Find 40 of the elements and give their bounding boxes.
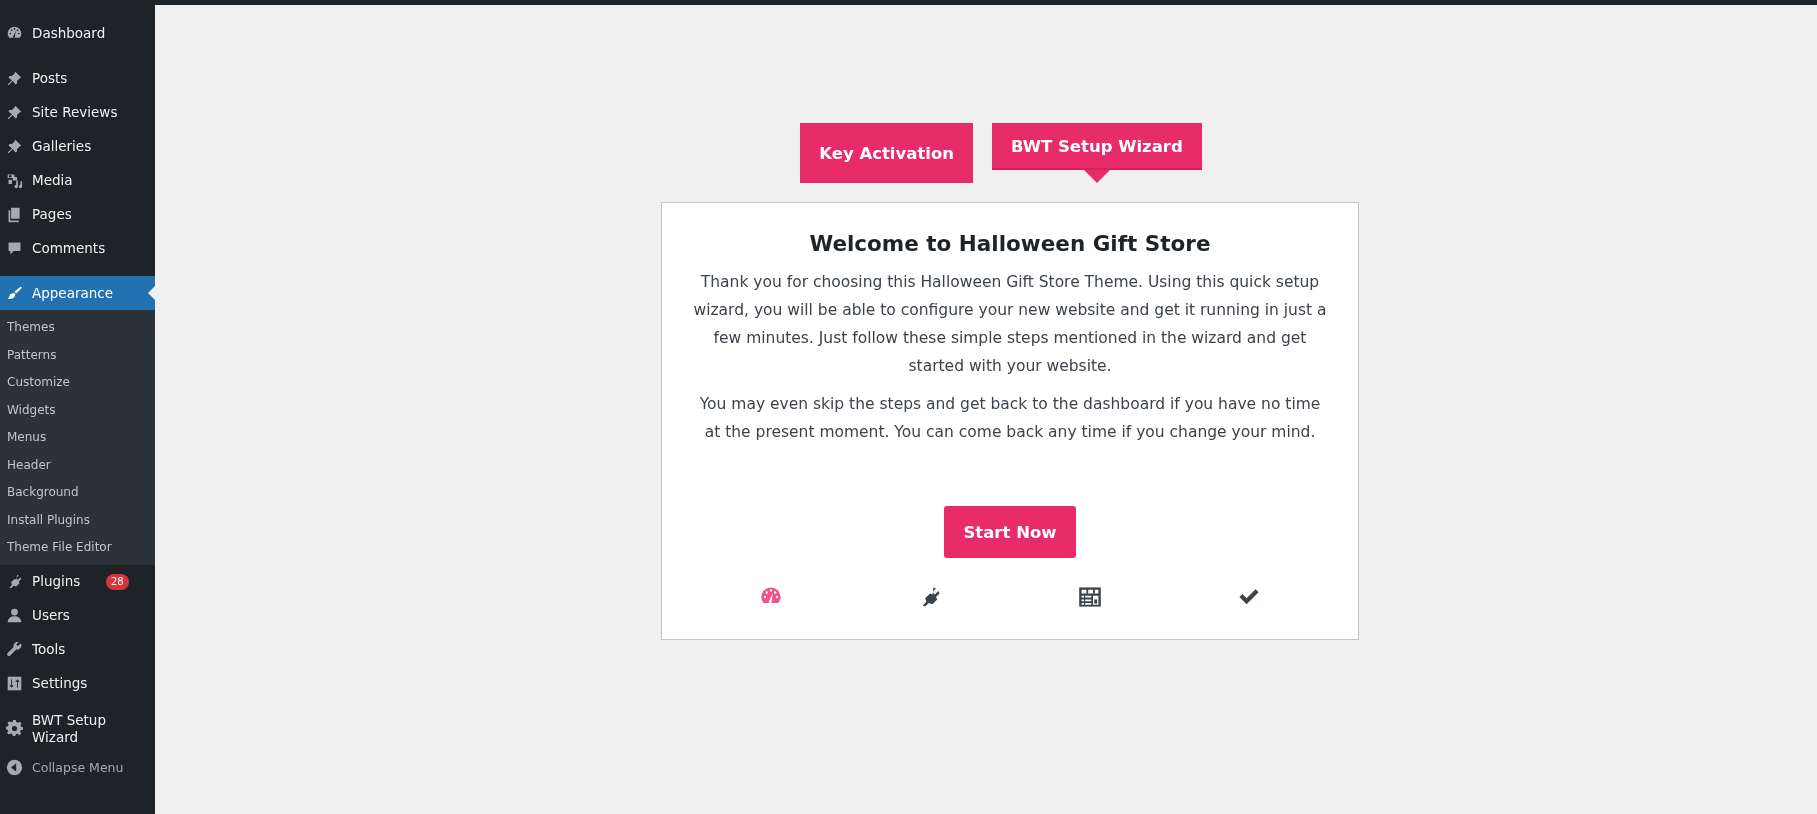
submenu-item[interactable]: Header xyxy=(0,451,155,479)
count-badge: 28 xyxy=(106,573,129,590)
collapse-menu-button[interactable]: Collapse Menu xyxy=(0,750,155,785)
sidebar-item[interactable]: BWT Setup Wizard xyxy=(0,711,155,746)
sidebar-item[interactable]: Tools xyxy=(0,632,155,667)
paragraph: Thank you for choosing this Halloween Gift Store Theme. Using this quick setup wizard, you will be able to configure your new website and get it running in just a few minutes. Just follow these simple steps mentioned in the wizard and get started with your website. xyxy=(692,272,1328,377)
sidebar-item[interactable]: Users xyxy=(0,598,155,633)
sidebar-item[interactable]: Posts xyxy=(0,61,155,95)
collapse-icon xyxy=(6,759,23,776)
sidebar-item[interactable]: Plugins 28 xyxy=(0,564,155,599)
person-icon xyxy=(6,607,23,624)
sidebar-item[interactable]: Media xyxy=(0,163,155,197)
sidebar-item[interactable]: Site Reviews xyxy=(0,95,155,129)
pages-icon xyxy=(6,205,23,223)
submenu-item[interactable]: Theme File Editor xyxy=(0,534,155,562)
sidebar-item[interactable]: Comments xyxy=(0,231,155,265)
sidebar-item[interactable]: Settings xyxy=(0,666,155,701)
submenu-item[interactable]: Patterns xyxy=(0,341,155,369)
submenu-item[interactable]: Widgets xyxy=(0,396,155,424)
paintbrush-icon xyxy=(6,284,23,302)
submenu-item[interactable]: Background xyxy=(0,479,155,507)
sidebar-item[interactable]: Pages xyxy=(0,197,155,231)
sliders-icon xyxy=(6,675,23,692)
tab[interactable]: BWT Setup Wizard xyxy=(992,123,1202,170)
paragraph: You may even skip the steps and get back to the dashboard if you have no time at the present moment. You can come back any time if you change your mind. xyxy=(698,394,1322,443)
settings-icon xyxy=(6,720,23,737)
sidebar-item[interactable]: Appearance xyxy=(0,276,155,310)
card-title: Welcome to Halloween Gift Store xyxy=(809,231,1211,256)
pin-icon xyxy=(6,137,23,155)
pin-icon xyxy=(6,69,23,87)
wrench-icon xyxy=(6,641,23,658)
sidebar-item[interactable]: Galleries xyxy=(0,129,155,163)
submenu-item[interactable]: Themes xyxy=(0,314,155,342)
submenu-item[interactable]: Install Plugins xyxy=(0,506,155,534)
tab[interactable]: Key Activation xyxy=(800,123,974,183)
submenu-item[interactable]: Menus xyxy=(0,424,155,452)
start-button[interactable]: Start Now xyxy=(944,506,1076,558)
sidebar-item[interactable]: Dashboard xyxy=(0,16,155,50)
pin-icon xyxy=(6,103,23,121)
submenu-item[interactable]: Customize xyxy=(0,369,155,397)
